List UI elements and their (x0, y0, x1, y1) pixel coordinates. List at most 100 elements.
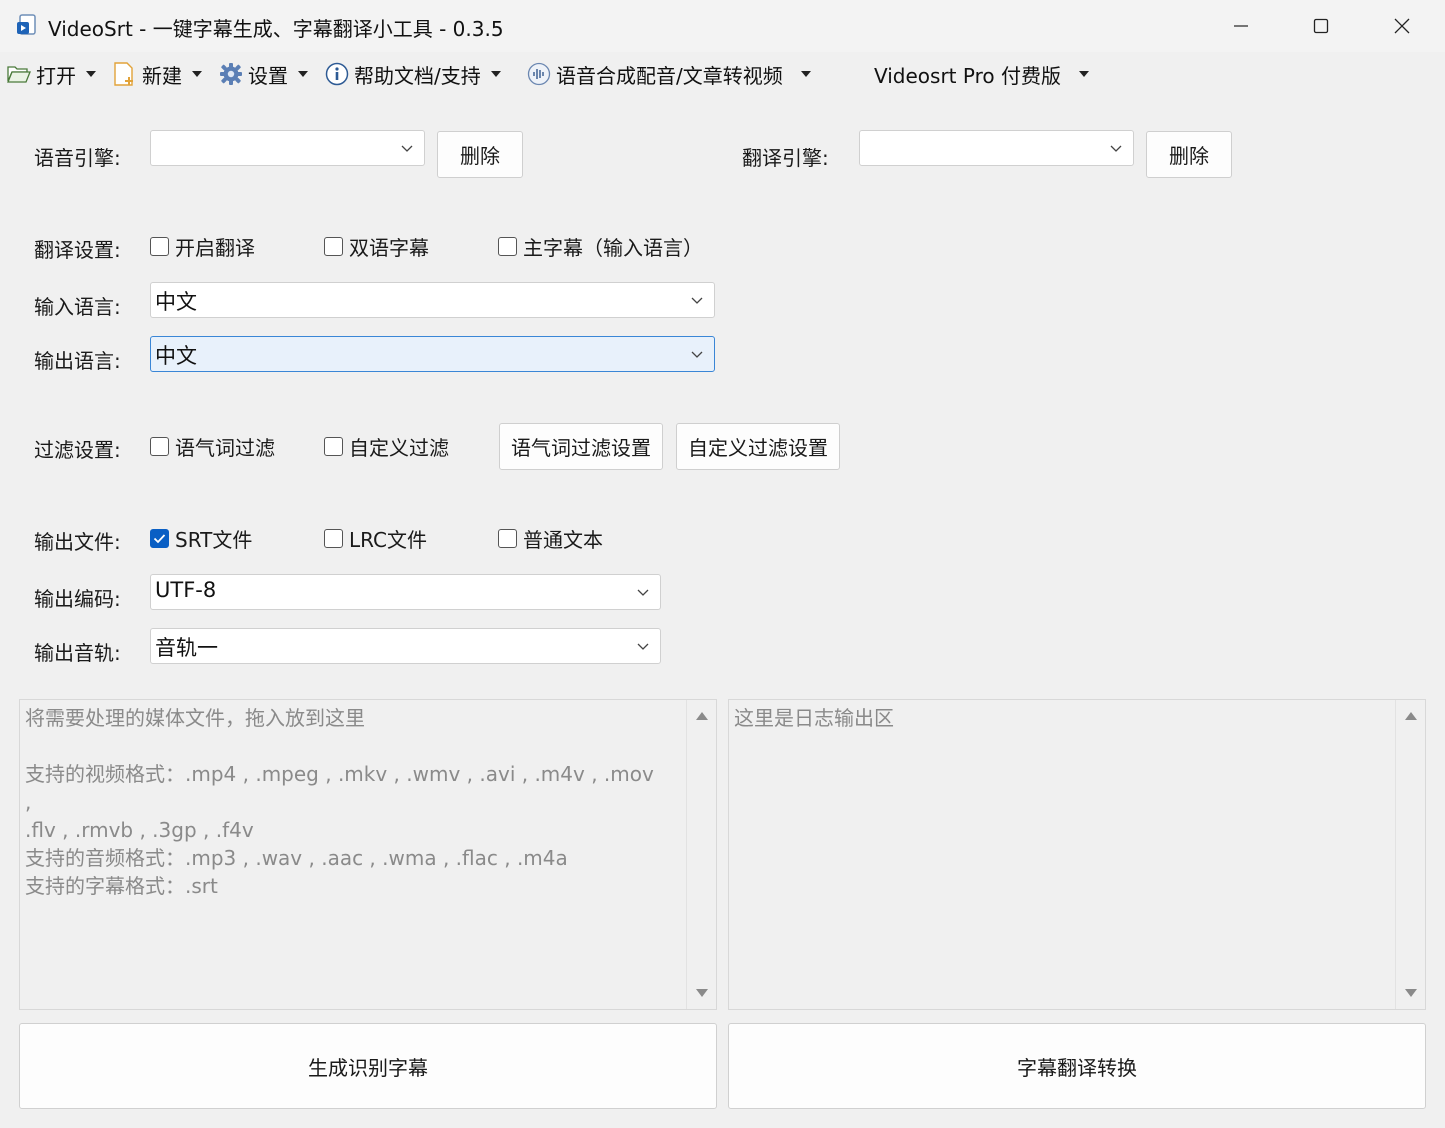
chevron-down-icon (298, 71, 308, 77)
enable-translate-label: 开启翻译 (175, 235, 255, 260)
menu-bar: 打开 新建 设置 帮助文档/支持 语音合成配音/文章转视频 Videosrt P… (0, 52, 1445, 96)
media-drop-line: 支持的音频格式：.mp3 , .wav , .aac , .wma , .fla… (25, 846, 568, 870)
input-language-select[interactable]: 中文 (150, 282, 715, 318)
window-title: VideoSrt - 一键字幕生成、字幕翻译小工具 - 0.3.5 (48, 17, 504, 41)
translate-subtitle-button[interactable]: 字幕翻译转换 (728, 1023, 1426, 1109)
modal-word-filter-settings-button[interactable]: 语气词过滤设置 (499, 423, 663, 470)
menu-new[interactable]: 新建 (112, 52, 202, 96)
checkbox-box (150, 528, 169, 548)
speech-engine-delete-button[interactable]: 删除 (437, 131, 523, 178)
title-bar: VideoSrt - 一键字幕生成、字幕翻译小工具 - 0.3.5 (0, 0, 1445, 52)
menu-tts-label: 语音合成配音/文章转视频 (556, 63, 783, 88)
chevron-down-icon (637, 589, 649, 596)
menu-tts[interactable]: 语音合成配音/文章转视频 (526, 52, 811, 96)
checkbox-box (150, 436, 169, 456)
chevron-down-icon (800, 71, 811, 77)
menu-settings[interactable]: 设置 (218, 52, 308, 96)
chevron-down-icon (490, 71, 501, 77)
media-drop-line: 支持的视频格式：.mp4 , .mpeg , .mkv , .wmv , .av… (25, 762, 654, 814)
bilingual-subtitle-label: 双语字幕 (349, 235, 429, 260)
media-drop-scrollbar[interactable] (686, 700, 716, 1009)
checkbox-box (498, 236, 517, 256)
scroll-up-arrow-icon[interactable] (1405, 712, 1417, 720)
app-logo-icon (17, 14, 36, 35)
output-encoding-label: 输出编码: (34, 587, 121, 611)
modal-word-filter-checkbox[interactable]: 语气词过滤 (150, 431, 275, 461)
main-subtitle-label: 主字幕（输入语言） (523, 235, 703, 260)
output-language-label: 输出语言: (34, 349, 121, 373)
output-track-select[interactable]: 音轨一 (150, 628, 661, 664)
chevron-down-icon (1078, 71, 1089, 77)
lrc-file-checkbox[interactable]: LRC文件 (324, 523, 427, 553)
output-track-value: 音轨一 (155, 636, 218, 660)
modal-word-filter-label: 语气词过滤 (175, 435, 275, 460)
srt-file-label: SRT文件 (175, 527, 253, 552)
media-drop-area[interactable]: 将需要处理的媒体文件，拖入放到这里 支持的视频格式：.mp4 , .mpeg ,… (19, 699, 717, 1010)
log-output-area[interactable]: 这里是日志输出区 (728, 699, 1426, 1010)
chevron-down-icon (86, 71, 96, 77)
chevron-down-icon (1110, 145, 1122, 152)
checkbox-box (498, 528, 517, 548)
media-drop-text: 将需要处理的媒体文件，拖入放到这里 支持的视频格式：.mp4 , .mpeg ,… (25, 704, 665, 900)
custom-filter-checkbox[interactable]: 自定义过滤 (324, 431, 449, 461)
menu-pro-label: Videosrt Pro 付费版 (874, 63, 1061, 88)
close-icon (1394, 18, 1410, 34)
checkbox-box (324, 528, 343, 548)
menu-pro[interactable]: Videosrt Pro 付费版 (874, 52, 1089, 96)
media-drop-line: .flv , .rmvb , .3gp , .f4v (25, 818, 254, 842)
folder-open-icon (6, 61, 32, 87)
maximize-button[interactable] (1281, 0, 1361, 52)
main-subtitle-checkbox[interactable]: 主字幕（输入语言） (498, 231, 703, 261)
minimize-icon (1234, 25, 1248, 27)
menu-open-label: 打开 (36, 63, 76, 88)
bilingual-subtitle-checkbox[interactable]: 双语字幕 (324, 231, 429, 261)
translate-engine-select[interactable] (859, 130, 1134, 166)
output-files-label: 输出文件: (34, 530, 121, 554)
input-language-value: 中文 (155, 290, 197, 314)
custom-filter-label: 自定义过滤 (349, 435, 449, 460)
chevron-down-icon (691, 351, 703, 358)
menu-new-label: 新建 (142, 63, 182, 88)
output-language-value: 中文 (155, 344, 197, 368)
checkbox-box (324, 436, 343, 456)
menu-help-label: 帮助文档/支持 (354, 63, 481, 88)
chevron-down-icon (691, 297, 703, 304)
menu-help[interactable]: 帮助文档/支持 (324, 52, 501, 96)
output-language-select[interactable]: 中文 (150, 336, 715, 372)
checkbox-box (150, 236, 169, 256)
translate-engine-label: 翻译引擎: (742, 146, 829, 170)
checkbox-box (324, 236, 343, 256)
chevron-down-icon (401, 145, 413, 152)
output-track-label: 输出音轨: (34, 641, 121, 665)
speech-engine-select[interactable] (150, 130, 425, 166)
filter-settings-label: 过滤设置: (34, 438, 121, 462)
input-language-label: 输入语言: (34, 295, 121, 319)
menu-open[interactable]: 打开 (6, 52, 96, 96)
translate-settings-label: 翻译设置: (34, 238, 121, 262)
plain-text-label: 普通文本 (523, 527, 603, 552)
chevron-down-icon (637, 643, 649, 650)
scroll-down-arrow-icon[interactable] (1405, 989, 1417, 997)
output-encoding-select[interactable]: UTF-8 (150, 574, 661, 610)
chevron-down-icon (192, 71, 202, 77)
custom-filter-settings-button[interactable]: 自定义过滤设置 (676, 423, 840, 470)
gear-icon (218, 61, 244, 87)
log-scrollbar[interactable] (1395, 700, 1425, 1009)
lrc-file-label: LRC文件 (349, 527, 428, 552)
scroll-up-arrow-icon[interactable] (696, 712, 708, 720)
translate-engine-delete-button[interactable]: 删除 (1146, 131, 1232, 178)
scroll-down-arrow-icon[interactable] (696, 989, 708, 997)
close-button[interactable] (1362, 0, 1442, 52)
menu-settings-label: 设置 (248, 63, 288, 88)
maximize-icon (1313, 18, 1329, 34)
info-icon (324, 61, 350, 87)
log-placeholder: 这里是日志输出区 (734, 706, 894, 730)
speech-engine-label: 语音引擎: (34, 146, 121, 170)
output-encoding-value: UTF-8 (155, 578, 217, 602)
srt-file-checkbox[interactable]: SRT文件 (150, 523, 252, 553)
enable-translate-checkbox[interactable]: 开启翻译 (150, 231, 255, 261)
generate-subtitle-button[interactable]: 生成识别字幕 (19, 1023, 717, 1109)
checkmark-icon (153, 533, 166, 543)
minimize-button[interactable] (1201, 0, 1281, 52)
plain-text-checkbox[interactable]: 普通文本 (498, 523, 603, 553)
